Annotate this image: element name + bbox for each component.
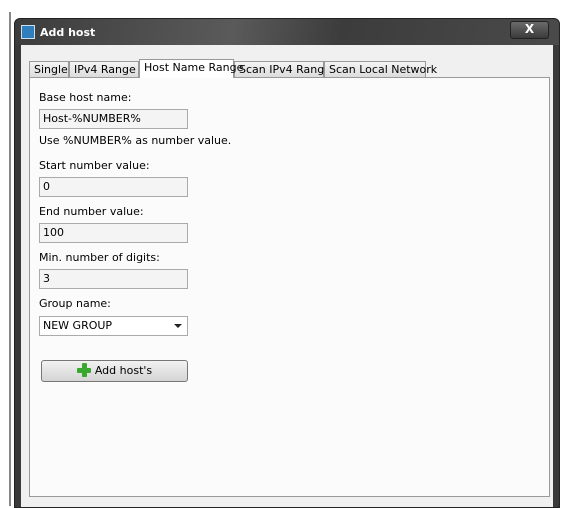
group-name-label: Group name: bbox=[39, 297, 111, 310]
group-name-value: NEW GROUP bbox=[43, 319, 113, 332]
min-digits-label: Min. number of digits: bbox=[39, 251, 160, 264]
tab-single[interactable]: Single bbox=[29, 61, 69, 77]
group-name-combo[interactable]: NEW GROUP bbox=[39, 316, 188, 336]
number-hint: Use %NUMBER% as number value. bbox=[39, 134, 232, 147]
chevron-down-icon[interactable] bbox=[174, 324, 182, 328]
close-button[interactable]: X bbox=[510, 21, 549, 39]
min-digits-input[interactable]: 3 bbox=[39, 269, 188, 289]
start-number-label: Start number value: bbox=[39, 159, 150, 172]
app-icon bbox=[21, 25, 35, 39]
host-name-range-panel: Base host name: Host-%NUMBER% Use %NUMBE… bbox=[29, 77, 550, 497]
dialog-body: Single IPv4 Range Host Name Range Scan I… bbox=[21, 45, 553, 507]
add-hosts-button[interactable]: Add host's bbox=[41, 360, 188, 382]
title-bar[interactable]: Add host X bbox=[15, 19, 559, 45]
start-number-input[interactable]: 0 bbox=[39, 177, 188, 197]
end-number-label: End number value: bbox=[39, 205, 144, 218]
base-host-name-label: Base host name: bbox=[39, 91, 132, 104]
add-hosts-label: Add host's bbox=[94, 364, 153, 377]
tab-ipv4-range[interactable]: IPv4 Range bbox=[69, 61, 139, 77]
plus-icon bbox=[76, 363, 91, 377]
add-host-dialog: Add host X Single IPv4 Range Host Name R… bbox=[14, 18, 560, 508]
tab-host-name-range[interactable]: Host Name Range bbox=[139, 59, 243, 78]
base-host-name-input[interactable]: Host-%NUMBER% bbox=[39, 109, 188, 129]
background-divider bbox=[9, 12, 11, 506]
window-title: Add host bbox=[40, 26, 96, 39]
tab-scan-ipv4-range[interactable]: Scan IPv4 Range bbox=[234, 61, 331, 77]
end-number-input[interactable]: 100 bbox=[39, 223, 188, 243]
tab-scan-local-network[interactable]: Scan Local Network bbox=[324, 61, 437, 77]
